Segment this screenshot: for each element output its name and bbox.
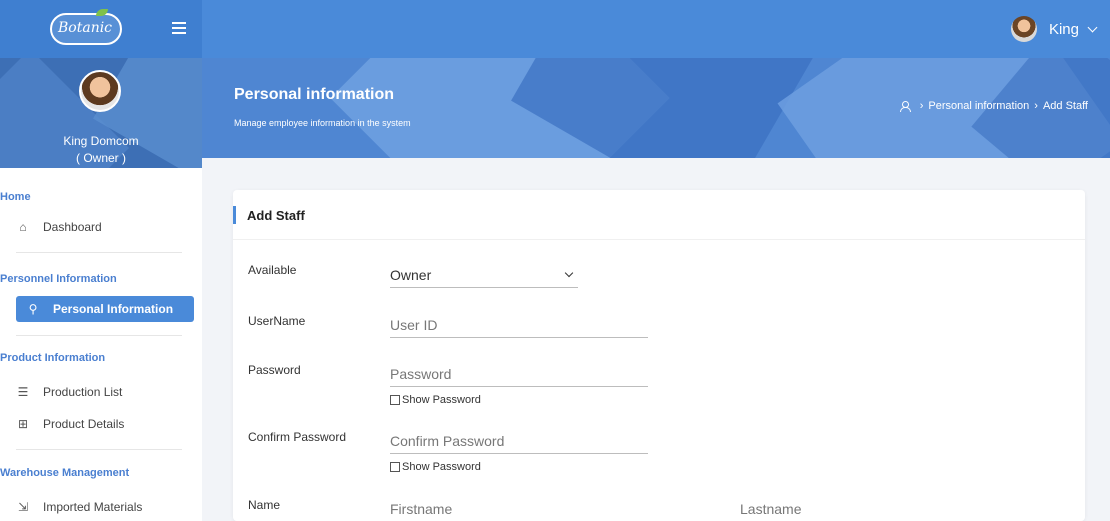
profile-name: King Domcom — [63, 134, 139, 148]
firstname-field[interactable] — [390, 496, 648, 521]
avatar — [1010, 16, 1037, 42]
grid-icon: ⊞ — [17, 417, 29, 431]
import-icon: ⇲ — [17, 500, 29, 514]
show-password-label: Show Password — [402, 461, 481, 473]
leaf-icon — [96, 9, 108, 16]
username-input[interactable] — [390, 312, 648, 338]
sidebar-item-label: Product Details — [43, 417, 125, 431]
sidebar-item-imported-materials[interactable]: ⇲ Imported Materials — [16, 494, 194, 520]
person-icon — [899, 100, 911, 112]
home-icon: ⌂ — [19, 220, 27, 234]
lastname-field[interactable] — [740, 496, 998, 521]
profile-avatar — [79, 70, 121, 112]
password-input[interactable] — [390, 361, 648, 387]
sidebar: Home ⌂ Dashboard Personnel Information ⚲… — [0, 168, 202, 521]
brand-area: Botanic — [0, 0, 202, 58]
sidebar-item-label: Personal Information — [53, 302, 174, 316]
breadcrumb-item[interactable]: Personal information — [928, 100, 1029, 112]
show-password-checkbox[interactable]: Show Password — [390, 394, 481, 406]
sidebar-item-product-details[interactable]: ⊞ Product Details — [16, 411, 194, 437]
logo-text: Botanic — [58, 20, 113, 36]
card-header: Add Staff — [233, 190, 1085, 240]
user-name: King — [1048, 20, 1079, 38]
profile-card: King Domcom ( Owner ) — [0, 58, 202, 168]
top-navbar: Botanic King — [0, 0, 1110, 58]
breadcrumb-item-current: Add Staff — [1042, 100, 1088, 112]
password-label: Password — [248, 363, 301, 377]
list-icon: ☰ — [17, 385, 29, 399]
sidebar-item-label: Production List — [43, 385, 123, 399]
sidebar-item-label: Dashboard — [43, 220, 102, 234]
sidebar-item-personal-information[interactable]: ⚲ Personal Information — [16, 296, 194, 322]
sidebar-item-dashboard[interactable]: ⌂ Dashboard — [16, 214, 194, 240]
show-confirm-password-checkbox[interactable]: Show Password — [390, 461, 481, 473]
checkbox-icon[interactable] — [390, 462, 400, 472]
card-title: Add Staff — [247, 208, 305, 223]
chevron-down-icon — [564, 268, 574, 277]
lastname-input[interactable] — [740, 496, 998, 521]
confirm-password-label: Confirm Password — [248, 430, 347, 444]
available-label: Available — [248, 263, 297, 277]
username-label: UserName — [248, 314, 306, 328]
available-value: Owner — [390, 266, 432, 283]
sidebar-item-label: Imported Materials — [43, 500, 143, 514]
page-subtitle: Manage employee information in the syste… — [234, 118, 411, 128]
checkbox-icon[interactable] — [390, 395, 400, 405]
breadcrumb: › Personal information › Add Staff — [899, 100, 1088, 112]
page-title: Personal information — [234, 86, 395, 103]
show-password-label: Show Password — [402, 394, 481, 406]
confirm-password-field[interactable] — [390, 428, 648, 454]
sidebar-item-production-list[interactable]: ☰ Production List — [16, 379, 194, 405]
firstname-input[interactable] — [390, 496, 648, 521]
person-icon: ⚲ — [28, 302, 38, 316]
password-field[interactable] — [390, 361, 648, 387]
menu-toggle-icon[interactable] — [172, 22, 186, 34]
user-menu[interactable]: King — [1010, 15, 1098, 43]
brand-logo[interactable]: Botanic — [50, 9, 122, 45]
available-select[interactable]: Owner — [390, 262, 578, 288]
add-staff-card: Add Staff Available Owner UserName Passw… — [233, 190, 1085, 521]
chevron-down-icon — [1087, 22, 1098, 32]
name-label: Name — [248, 498, 281, 512]
confirm-password-input[interactable] — [390, 428, 648, 454]
profile-role: ( Owner ) — [75, 151, 126, 165]
username-field[interactable] — [390, 312, 648, 338]
